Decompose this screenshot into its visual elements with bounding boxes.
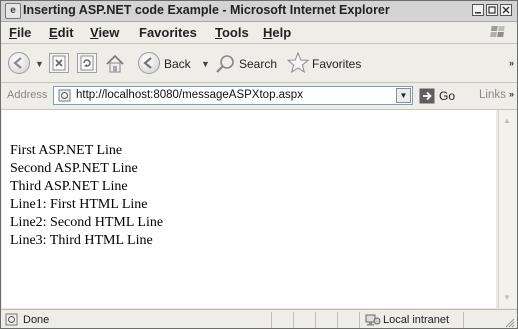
menu-favorites-label: avorites <box>146 25 197 40</box>
back-button-label[interactable]: Back <box>164 57 191 71</box>
resize-grip-icon[interactable] <box>505 318 515 328</box>
status-bar: Done Local intranet <box>1 309 517 328</box>
address-url: http://localhost:8080/messageASPXtop.asp… <box>76 89 303 101</box>
address-input[interactable]: http://localhost:8080/messageASPXtop.asp… <box>53 86 413 105</box>
status-text: Done <box>23 314 50 326</box>
links-label[interactable]: Links <box>479 89 506 101</box>
content-line: Third ASP.NET Line <box>10 179 128 194</box>
stop-icon <box>52 55 66 71</box>
ie-icon: e <box>5 3 21 19</box>
maximize-icon <box>488 6 496 14</box>
back-arrow-icon <box>13 57 22 69</box>
window-title: Inserting ASP.NET code Example - Microso… <box>23 3 390 17</box>
maximize-button[interactable] <box>486 4 498 16</box>
menu-view-label: iew <box>98 25 120 40</box>
back-arrow-button[interactable] <box>8 52 30 74</box>
content-line: Second ASP.NET Line <box>10 161 138 176</box>
status-divider <box>337 312 338 328</box>
page-content: First ASP.NET Line Second ASP.NET Line T… <box>2 110 496 308</box>
vertical-scrollbar[interactable]: ▲ ▼ <box>498 110 517 308</box>
menu-tools-accel: T <box>215 25 222 40</box>
back-button[interactable] <box>138 52 160 74</box>
content-lines: First ASP.NET Line Second ASP.NET Line T… <box>10 142 163 250</box>
status-divider <box>359 312 360 328</box>
minimize-button[interactable] <box>472 4 484 16</box>
search-magnifier-icon[interactable] <box>215 53 237 80</box>
windows-logo-icon <box>490 26 505 37</box>
search-button-label[interactable]: Search <box>239 57 277 71</box>
content-line: Line2: Second HTML Line <box>10 215 164 230</box>
stop-button[interactable] <box>49 53 69 73</box>
address-bar: Address http://localhost:8080/messageASP… <box>1 83 517 110</box>
menu-edit-accel: E <box>49 25 58 40</box>
minimize-icon <box>475 12 481 14</box>
status-divider <box>271 312 272 328</box>
refresh-button[interactable] <box>77 53 97 73</box>
address-label: Address <box>7 89 48 101</box>
favorites-star-icon[interactable] <box>286 51 310 80</box>
status-divider <box>293 312 294 328</box>
toolbar-overflow-chevron-icon[interactable]: » <box>509 58 514 68</box>
menu-bar: File Edit View Favorites Tools Help <box>1 22 517 44</box>
close-icon <box>502 6 510 14</box>
menu-help[interactable]: Help <box>263 25 291 40</box>
favorites-button-label[interactable]: Favorites <box>312 57 361 71</box>
menu-tools-label: ools <box>221 25 249 40</box>
menu-view[interactable]: View <box>90 25 119 40</box>
menu-help-accel: H <box>263 25 273 40</box>
status-divider <box>463 312 464 328</box>
home-icon <box>106 54 124 73</box>
menu-favorites-first: F <box>139 25 147 40</box>
scroll-up-icon[interactable]: ▲ <box>503 116 511 125</box>
menu-favorites-accel-wrap: avorites <box>147 25 197 40</box>
page-done-icon <box>5 313 18 326</box>
go-button-label[interactable]: Go <box>439 89 455 103</box>
title-bar[interactable]: e Inserting ASP.NET code Example - Micro… <box>1 1 517 22</box>
content-line: First ASP.NET Line <box>10 143 123 158</box>
status-divider <box>315 312 316 328</box>
menu-file-label: ile <box>16 25 32 40</box>
back-circle-arrow-icon <box>143 57 152 69</box>
browser-window: e Inserting ASP.NET code Example - Micro… <box>0 0 518 329</box>
scroll-down-icon[interactable]: ▼ <box>503 293 511 302</box>
menu-help-label: elp <box>272 25 292 40</box>
content-line: Line1: First HTML Line <box>10 197 148 212</box>
menu-favorites[interactable]: Favorites <box>139 25 197 40</box>
links-chevron-icon[interactable]: » <box>509 89 514 99</box>
menu-file[interactable]: File <box>9 25 31 40</box>
refresh-icon <box>80 55 94 71</box>
back-history-dropdown-icon[interactable]: ▼ <box>201 59 210 69</box>
intranet-zone-icon <box>365 314 381 326</box>
menu-file-accel: F <box>9 25 17 40</box>
go-arrow-icon[interactable] <box>419 88 435 104</box>
back-dropdown-icon[interactable]: ▼ <box>35 59 44 69</box>
home-button[interactable] <box>104 53 124 73</box>
content-line: Line3: Third HTML Line <box>10 233 153 248</box>
page-icon <box>58 89 71 102</box>
standard-toolbar: ▼ Back ▼ Search Favorites » <box>1 44 517 83</box>
menu-tools[interactable]: Tools <box>215 25 249 40</box>
close-button[interactable] <box>500 4 512 16</box>
menu-edit-label: dit <box>57 25 74 40</box>
security-zone-text: Local intranet <box>383 314 450 326</box>
address-dropdown-icon[interactable]: ▼ <box>396 88 411 103</box>
menu-edit[interactable]: Edit <box>49 25 74 40</box>
